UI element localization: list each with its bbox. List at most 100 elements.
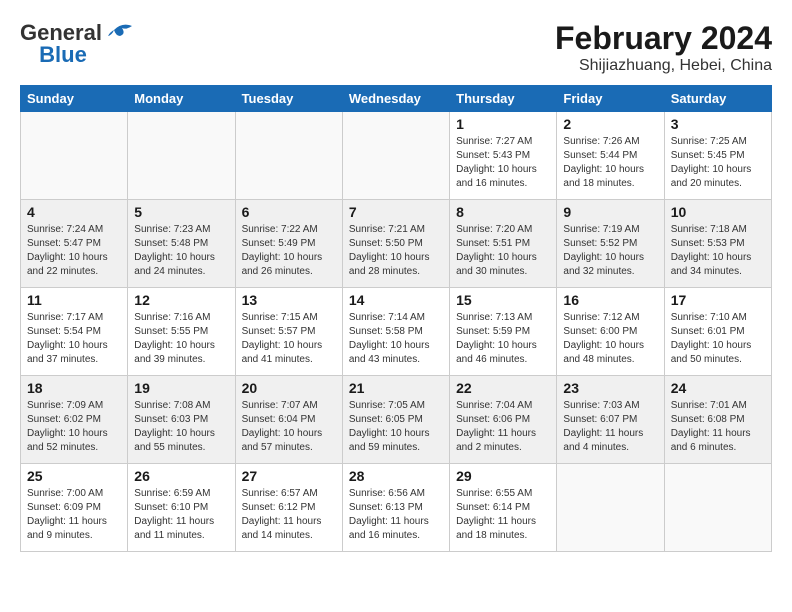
col-wednesday: Wednesday	[342, 86, 449, 112]
table-row: 7Sunrise: 7:21 AM Sunset: 5:50 PM Daylig…	[342, 200, 449, 288]
day-number: 25	[27, 468, 121, 484]
month-year-title: February 2024	[555, 20, 772, 57]
day-info: Sunrise: 7:24 AM Sunset: 5:47 PM Dayligh…	[27, 223, 121, 279]
day-info: Sunrise: 7:18 AM Sunset: 5:53 PM Dayligh…	[671, 223, 765, 279]
day-info: Sunrise: 7:22 AM Sunset: 5:49 PM Dayligh…	[242, 223, 336, 279]
calendar-table: Sunday Monday Tuesday Wednesday Thursday…	[20, 85, 772, 552]
day-info: Sunrise: 7:08 AM Sunset: 6:03 PM Dayligh…	[134, 399, 228, 455]
logo-bird-icon	[104, 22, 134, 44]
title-block: February 2024 Shijiazhuang, Hebei, China	[555, 20, 772, 75]
day-info: Sunrise: 7:12 AM Sunset: 6:00 PM Dayligh…	[563, 311, 657, 367]
col-tuesday: Tuesday	[235, 86, 342, 112]
day-number: 17	[671, 292, 765, 308]
day-number: 11	[27, 292, 121, 308]
day-info: Sunrise: 6:57 AM Sunset: 6:12 PM Dayligh…	[242, 487, 336, 543]
day-info: Sunrise: 7:01 AM Sunset: 6:08 PM Dayligh…	[671, 399, 765, 455]
day-info: Sunrise: 7:07 AM Sunset: 6:04 PM Dayligh…	[242, 399, 336, 455]
table-row: 6 Sunrise: 7:22 AM Sunset: 5:49 PM Daylig…	[235, 200, 342, 288]
day-number: 1	[456, 116, 550, 132]
table-row: 27Sunrise: 6:57 AM Sunset: 6:12 PM Dayli…	[235, 464, 342, 552]
table-row: 9 Sunrise: 7:19 AM Sunset: 5:52 PM Daylig…	[557, 200, 664, 288]
col-thursday: Thursday	[450, 86, 557, 112]
day-number: 8	[456, 204, 550, 220]
calendar-week-row: 18 Sunrise: 7:09 AM Sunset: 6:02 PM Dayli…	[21, 376, 772, 464]
table-row: 21Sunrise: 7:05 AM Sunset: 6:05 PM Dayli…	[342, 376, 449, 464]
table-row: 2Sunrise: 7:26 AM Sunset: 5:44 PM Daylig…	[557, 112, 664, 200]
day-info: Sunrise: 7:10 AM Sunset: 6:01 PM Dayligh…	[671, 311, 765, 367]
logo-blue: Blue	[39, 42, 87, 68]
location-subtitle: Shijiazhuang, Hebei, China	[555, 57, 772, 75]
day-info: Sunrise: 7:14 AM Sunset: 5:58 PM Dayligh…	[349, 311, 443, 367]
day-info: Sunrise: 7:09 AM Sunset: 6:02 PM Dayligh…	[27, 399, 121, 455]
table-row: 3 Sunrise: 7:25 AM Sunset: 5:45 PM Daylig…	[664, 112, 771, 200]
page-header: General G Blue February 2024 Shijiazhuan…	[20, 20, 772, 75]
table-row: 19 Sunrise: 7:08 AM Sunset: 6:03 PM Dayli…	[128, 376, 235, 464]
day-info: Sunrise: 7:15 AM Sunset: 5:57 PM Dayligh…	[242, 311, 336, 367]
day-number: 9	[563, 204, 657, 220]
logo: General G Blue	[20, 20, 134, 68]
day-number: 24	[671, 380, 765, 396]
table-row: 14 Sunrise: 7:14 AM Sunset: 5:58 PM Dayli…	[342, 288, 449, 376]
day-number: 18	[27, 380, 121, 396]
day-info: Sunrise: 7:20 AM Sunset: 5:51 PM Dayligh…	[456, 223, 550, 279]
col-friday: Friday	[557, 86, 664, 112]
day-number: 13	[242, 292, 336, 308]
day-number: 7	[349, 204, 443, 220]
day-number: 6	[242, 204, 336, 220]
day-info: Sunrise: 7:03 AM Sunset: 6:07 PM Dayligh…	[563, 399, 657, 455]
table-row	[557, 464, 664, 552]
table-row: 28Sunrise: 6:56 AM Sunset: 6:13 PM Dayli…	[342, 464, 449, 552]
day-number: 23	[563, 380, 657, 396]
day-info: Sunrise: 6:59 AM Sunset: 6:10 PM Dayligh…	[134, 487, 228, 543]
table-row: 22 Sunrise: 7:04 AM Sunset: 6:06 PM Dayli…	[450, 376, 557, 464]
table-row: 17 Sunrise: 7:10 AM Sunset: 6:01 PM Dayli…	[664, 288, 771, 376]
table-row: 5 Sunrise: 7:23 AM Sunset: 5:48 PM Daylig…	[128, 200, 235, 288]
table-row: 24 Sunrise: 7:01 AM Sunset: 6:08 PM Dayli…	[664, 376, 771, 464]
day-info: Sunrise: 7:19 AM Sunset: 5:52 PM Dayligh…	[563, 223, 657, 279]
day-number: 19	[134, 380, 228, 396]
day-number: 2	[563, 116, 657, 132]
day-number: 21	[349, 380, 443, 396]
day-info: Sunrise: 7:25 AM Sunset: 5:45 PM Dayligh…	[671, 135, 765, 191]
day-info: Sunrise: 6:56 AM Sunset: 6:13 PM Dayligh…	[349, 487, 443, 543]
table-row: 29Sunrise: 6:55 AM Sunset: 6:14 PM Dayli…	[450, 464, 557, 552]
table-row	[235, 112, 342, 200]
table-row	[21, 112, 128, 200]
table-row: 15 Sunrise: 7:13 AM Sunset: 5:59 PM Dayli…	[450, 288, 557, 376]
day-number: 22	[456, 380, 550, 396]
table-row: 11 Sunrise: 7:17 AM Sunset: 5:54 PM Dayli…	[21, 288, 128, 376]
calendar-header-row: Sunday Monday Tuesday Wednesday Thursday…	[21, 86, 772, 112]
day-number: 12	[134, 292, 228, 308]
table-row: 1Sunrise: 7:27 AM Sunset: 5:43 PM Daylig…	[450, 112, 557, 200]
table-row: 16Sunrise: 7:12 AM Sunset: 6:00 PM Dayli…	[557, 288, 664, 376]
day-number: 20	[242, 380, 336, 396]
day-number: 5	[134, 204, 228, 220]
day-number: 3	[671, 116, 765, 132]
table-row: 20 Sunrise: 7:07 AM Sunset: 6:04 PM Dayli…	[235, 376, 342, 464]
calendar-week-row: 4 Sunrise: 7:24 AM Sunset: 5:47 PM Daylig…	[21, 200, 772, 288]
table-row: 18 Sunrise: 7:09 AM Sunset: 6:02 PM Dayli…	[21, 376, 128, 464]
day-number: 10	[671, 204, 765, 220]
table-row: 25 Sunrise: 7:00 AM Sunset: 6:09 PM Dayli…	[21, 464, 128, 552]
table-row	[342, 112, 449, 200]
calendar-week-row: 11 Sunrise: 7:17 AM Sunset: 5:54 PM Dayli…	[21, 288, 772, 376]
table-row: 13 Sunrise: 7:15 AM Sunset: 5:57 PM Dayli…	[235, 288, 342, 376]
day-info: Sunrise: 6:55 AM Sunset: 6:14 PM Dayligh…	[456, 487, 550, 543]
day-info: Sunrise: 7:23 AM Sunset: 5:48 PM Dayligh…	[134, 223, 228, 279]
day-number: 15	[456, 292, 550, 308]
col-monday: Monday	[128, 86, 235, 112]
day-info: Sunrise: 7:13 AM Sunset: 5:59 PM Dayligh…	[456, 311, 550, 367]
day-number: 14	[349, 292, 443, 308]
day-info: Sunrise: 7:16 AM Sunset: 5:55 PM Dayligh…	[134, 311, 228, 367]
table-row: 10 Sunrise: 7:18 AM Sunset: 5:53 PM Dayli…	[664, 200, 771, 288]
day-info: Sunrise: 7:17 AM Sunset: 5:54 PM Dayligh…	[27, 311, 121, 367]
day-number: 4	[27, 204, 121, 220]
table-row: 4 Sunrise: 7:24 AM Sunset: 5:47 PM Daylig…	[21, 200, 128, 288]
day-number: 26	[134, 468, 228, 484]
day-info: Sunrise: 7:04 AM Sunset: 6:06 PM Dayligh…	[456, 399, 550, 455]
table-row	[128, 112, 235, 200]
col-sunday: Sunday	[21, 86, 128, 112]
day-info: Sunrise: 7:00 AM Sunset: 6:09 PM Dayligh…	[27, 487, 121, 543]
table-row	[664, 464, 771, 552]
calendar-week-row: 1Sunrise: 7:27 AM Sunset: 5:43 PM Daylig…	[21, 112, 772, 200]
